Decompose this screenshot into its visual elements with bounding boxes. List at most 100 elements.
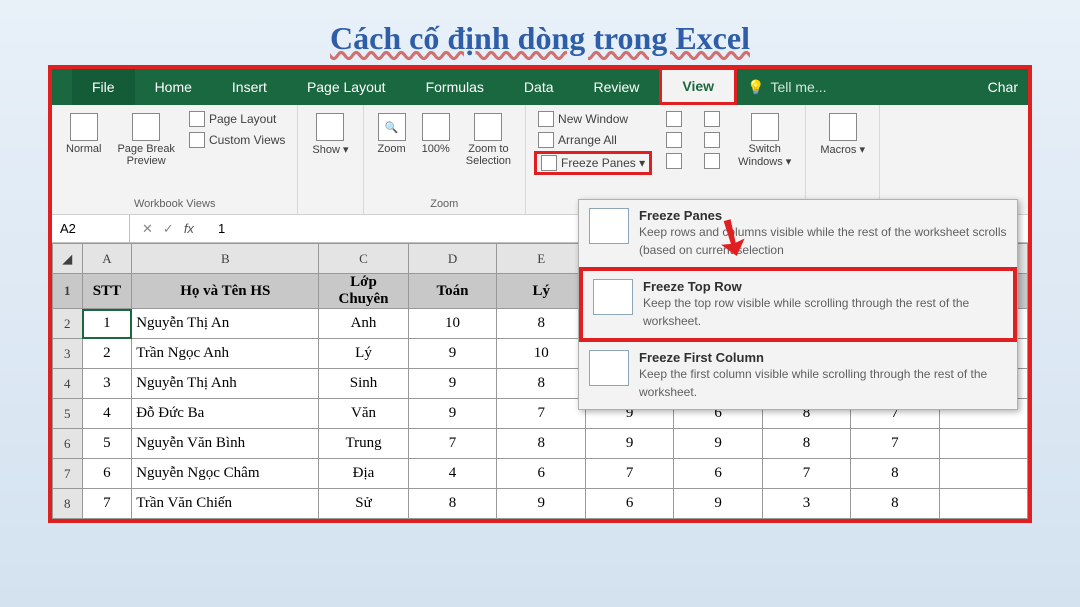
switch-windows-button[interactable]: Switch Windows ▾ (732, 109, 797, 175)
arrange-all-button[interactable]: Arrange All (534, 130, 652, 150)
cell[interactable]: Anh (319, 309, 408, 339)
cancel-icon[interactable]: ✕ (142, 221, 153, 237)
cell[interactable]: 7 (762, 459, 850, 489)
cell[interactable]: 6 (674, 459, 763, 489)
show-button[interactable]: Show ▾ (306, 109, 354, 160)
cell[interactable]: 3 (762, 489, 850, 519)
cell[interactable]: 6 (586, 489, 674, 519)
header-cell[interactable]: Lớp Chuyên (319, 274, 408, 309)
col-header[interactable]: E (497, 244, 586, 274)
tab-view[interactable]: View (659, 67, 737, 105)
tab-home[interactable]: Home (135, 69, 212, 105)
header-cell[interactable]: Toán (408, 274, 497, 309)
window-icon-3[interactable] (662, 151, 690, 171)
window-icon-6[interactable] (700, 151, 728, 171)
cell[interactable] (939, 489, 1027, 519)
normal-button[interactable]: Normal (60, 109, 107, 171)
cell[interactable]: 7 (586, 459, 674, 489)
tab-page-layout[interactable]: Page Layout (287, 69, 406, 105)
cell[interactable]: 6 (82, 459, 132, 489)
freeze-first-column-option[interactable]: Freeze First ColumnKeep the first column… (579, 342, 1017, 409)
macros-button[interactable]: Macros ▾ (814, 109, 871, 160)
freeze-panes-button[interactable]: Freeze Panes ▾ (534, 151, 652, 175)
cell[interactable]: 9 (674, 429, 763, 459)
cell[interactable]: 9 (408, 339, 497, 369)
cell[interactable]: 6 (497, 459, 586, 489)
cell[interactable]: 9 (674, 489, 763, 519)
fx-icon[interactable]: fx (184, 221, 194, 237)
cell[interactable]: 9 (497, 489, 586, 519)
cell[interactable]: 8 (408, 489, 497, 519)
window-icon-2[interactable] (662, 130, 690, 150)
cell[interactable]: 8 (497, 429, 586, 459)
tab-review[interactable]: Review (574, 69, 660, 105)
row-header[interactable]: 7 (53, 459, 83, 489)
window-icon-5[interactable] (700, 130, 728, 150)
cell[interactable] (939, 459, 1027, 489)
page-break-preview-button[interactable]: Page Break Preview (111, 109, 180, 171)
header-cell[interactable]: Lý (497, 274, 586, 309)
cell[interactable]: Đỗ Đức Ba (132, 399, 319, 429)
row-header[interactable]: 8 (53, 489, 83, 519)
cell[interactable]: 8 (762, 429, 850, 459)
row-header[interactable]: 4 (53, 369, 83, 399)
enter-icon[interactable]: ✓ (163, 221, 174, 237)
page-layout-button[interactable]: Page Layout (185, 109, 289, 129)
cell[interactable]: Trần Ngọc Anh (132, 339, 319, 369)
cell[interactable]: Văn (319, 399, 408, 429)
cell[interactable]: 10 (408, 309, 497, 339)
cell[interactable]: 8 (851, 489, 939, 519)
custom-views-button[interactable]: Custom Views (185, 130, 289, 150)
cell[interactable] (939, 429, 1027, 459)
row-header[interactable]: 6 (53, 429, 83, 459)
cell[interactable]: Trung (319, 429, 408, 459)
cell[interactable]: 10 (497, 339, 586, 369)
freeze-panes-option[interactable]: Freeze PanesKeep rows and columns visibl… (579, 200, 1017, 267)
cell[interactable]: Nguyễn Thị Anh (132, 369, 319, 399)
cell[interactable]: Nguyễn Ngọc Châm (132, 459, 319, 489)
zoom-100-button[interactable]: 100% (416, 109, 456, 171)
cell[interactable]: 4 (82, 399, 132, 429)
header-cell[interactable]: STT (82, 274, 132, 309)
cell[interactable]: Nguyễn Thị An (132, 309, 319, 339)
cell[interactable]: 8 (497, 369, 586, 399)
tell-me-input[interactable]: 💡 Tell me... (747, 79, 826, 96)
col-header[interactable]: D (408, 244, 497, 274)
cell[interactable]: 7 (497, 399, 586, 429)
col-header[interactable]: A (82, 244, 132, 274)
col-header[interactable]: B (132, 244, 319, 274)
cell[interactable]: Sinh (319, 369, 408, 399)
window-icon-1[interactable] (662, 109, 690, 129)
cell[interactable]: 5 (82, 429, 132, 459)
row-header[interactable]: 1 (53, 274, 83, 309)
zoom-selection-button[interactable]: Zoom to Selection (460, 109, 517, 171)
cell[interactable]: Lý (319, 339, 408, 369)
freeze-top-row-option[interactable]: Freeze Top RowKeep the top row visible w… (579, 267, 1017, 342)
tab-insert[interactable]: Insert (212, 69, 287, 105)
tab-formulas[interactable]: Formulas (406, 69, 504, 105)
tab-file[interactable]: File (72, 69, 135, 105)
cell[interactable]: 9 (408, 369, 497, 399)
cell[interactable]: 7 (408, 429, 497, 459)
row-header[interactable]: 2 (53, 309, 83, 339)
cell[interactable]: 2 (82, 339, 132, 369)
cell[interactable]: Trần Văn Chiến (132, 489, 319, 519)
row-header[interactable]: 5 (53, 399, 83, 429)
cell[interactable]: Nguyễn Văn Bình (132, 429, 319, 459)
header-cell[interactable]: Họ và Tên HS (132, 274, 319, 309)
name-box[interactable]: A2 (52, 215, 130, 242)
new-window-button[interactable]: New Window (534, 109, 652, 129)
cell[interactable]: 9 (408, 399, 497, 429)
formula-value[interactable]: 1 (206, 221, 225, 236)
cell[interactable]: Sử (319, 489, 408, 519)
cell[interactable]: 7 (851, 429, 939, 459)
cell[interactable]: Địa (319, 459, 408, 489)
cell[interactable]: 1 (82, 309, 132, 339)
window-icon-4[interactable] (700, 109, 728, 129)
select-all-corner[interactable]: ◢ (53, 244, 83, 274)
cell[interactable]: 8 (497, 309, 586, 339)
cell[interactable]: 7 (82, 489, 132, 519)
cell[interactable]: 4 (408, 459, 497, 489)
cell[interactable]: 9 (586, 429, 674, 459)
cell[interactable]: 3 (82, 369, 132, 399)
